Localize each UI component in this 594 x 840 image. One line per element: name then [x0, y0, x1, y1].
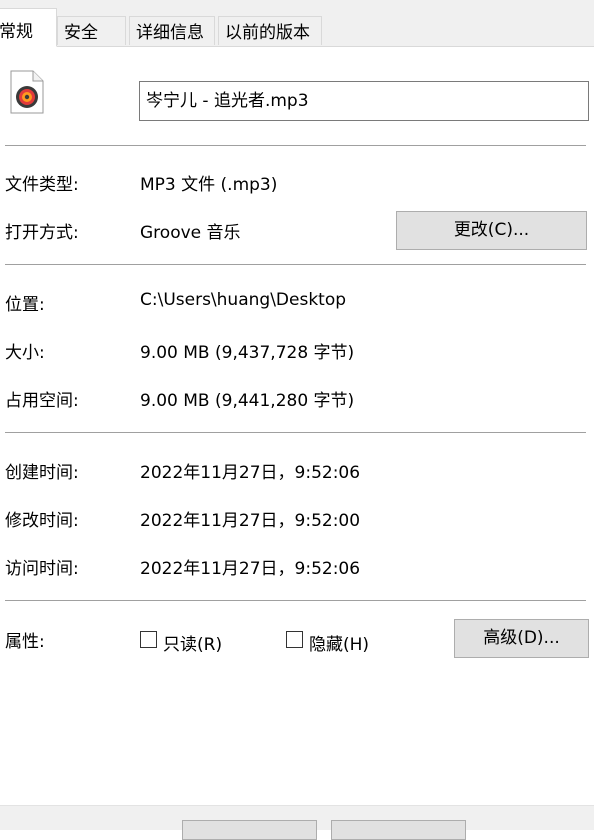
accessed-label: 访问时间:: [5, 559, 79, 579]
tab-details[interactable]: 详细信息: [129, 16, 215, 45]
size-on-disk-value: 9.00 MB (9,441,280 字节): [140, 391, 355, 411]
hidden-label[interactable]: 隐藏(H): [309, 630, 369, 655]
music-file-icon: [10, 70, 44, 114]
size-label: 大小:: [5, 343, 45, 363]
file-type-label: 文件类型:: [5, 175, 79, 195]
change-button[interactable]: 更改(C)...: [396, 211, 587, 250]
accessed-value: 2022年11月27日，9:52:06: [140, 559, 361, 579]
opens-with-label: 打开方式:: [5, 223, 79, 243]
readonly-label[interactable]: 只读(R): [163, 630, 222, 655]
tab-bar: 常规 安全 详细信息 以前的版本: [0, 0, 594, 47]
modified-value: 2022年11月27日，9:52:00: [140, 511, 361, 531]
size-value: 9.00 MB (9,437,728 字节): [140, 343, 355, 363]
divider: [5, 264, 586, 265]
readonly-checkbox[interactable]: [140, 631, 157, 648]
location-label: 位置:: [5, 295, 45, 315]
divider: [5, 145, 586, 146]
file-type-value: MP3 文件 (.mp3): [140, 175, 278, 195]
modified-label: 修改时间:: [5, 511, 79, 531]
advanced-button[interactable]: 高级(D)...: [454, 619, 589, 658]
tab-previous-versions[interactable]: 以前的版本: [218, 16, 322, 45]
cancel-button[interactable]: [331, 820, 466, 840]
opens-with-value: Groove 音乐: [140, 223, 241, 243]
location-value: C:\Users\huang\Desktop: [140, 290, 347, 310]
created-value: 2022年11月27日，9:52:06: [140, 463, 361, 483]
ok-button[interactable]: [182, 820, 317, 840]
divider: [5, 432, 586, 433]
hidden-checkbox[interactable]: [286, 631, 303, 648]
file-name-field[interactable]: 岑宁儿 - 追光者.mp3: [139, 81, 589, 121]
divider: [5, 600, 586, 601]
size-on-disk-label: 占用空间:: [5, 391, 79, 411]
tab-security[interactable]: 安全: [57, 16, 126, 45]
attributes-label: 属性:: [5, 632, 45, 652]
created-label: 创建时间:: [5, 463, 79, 483]
tab-general[interactable]: 常规: [0, 8, 57, 47]
